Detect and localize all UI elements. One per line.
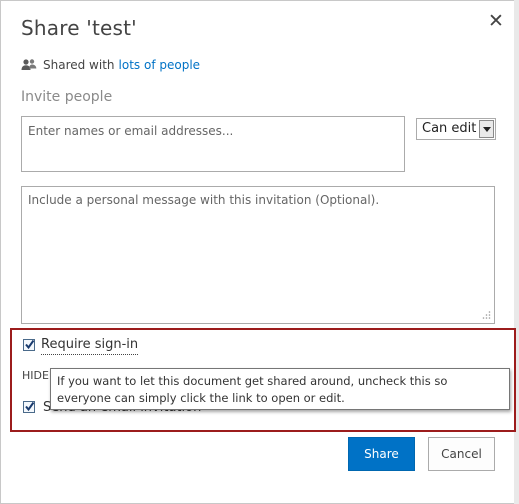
chevron-down-icon[interactable] [479, 120, 494, 138]
personal-message-textarea[interactable]: Include a personal message with this inv… [21, 186, 495, 324]
require-signin-tooltip: If you want to let this document get sha… [50, 368, 510, 410]
share-button[interactable]: Share [348, 437, 415, 471]
close-icon[interactable]: ✕ [486, 11, 506, 31]
shared-with-text: Shared with [43, 58, 115, 72]
check-icon [25, 339, 35, 350]
shared-with-row: Shared with lots of people [21, 57, 200, 73]
people-icon [21, 59, 37, 70]
cancel-button[interactable]: Cancel [428, 437, 495, 471]
require-signin-checkbox[interactable] [23, 339, 35, 351]
invite-people-label: Invite people [21, 89, 113, 105]
permission-value: Can edit [422, 121, 477, 136]
shared-with-link[interactable]: lots of people [119, 58, 201, 72]
check-icon [25, 401, 35, 412]
invite-names-input[interactable]: Enter names or email addresses... [21, 116, 405, 172]
resize-grip-icon[interactable] [481, 310, 491, 320]
permission-select[interactable]: Can edit [416, 118, 496, 140]
dialog-title: Share 'test' [21, 16, 137, 40]
hide-options-link[interactable]: HIDE [22, 369, 49, 382]
send-email-checkbox[interactable] [23, 401, 35, 413]
names-placeholder: Enter names or email addresses... [28, 124, 234, 138]
message-placeholder: Include a personal message with this inv… [28, 193, 380, 207]
require-signin-label[interactable]: Require sign-in [41, 337, 139, 355]
